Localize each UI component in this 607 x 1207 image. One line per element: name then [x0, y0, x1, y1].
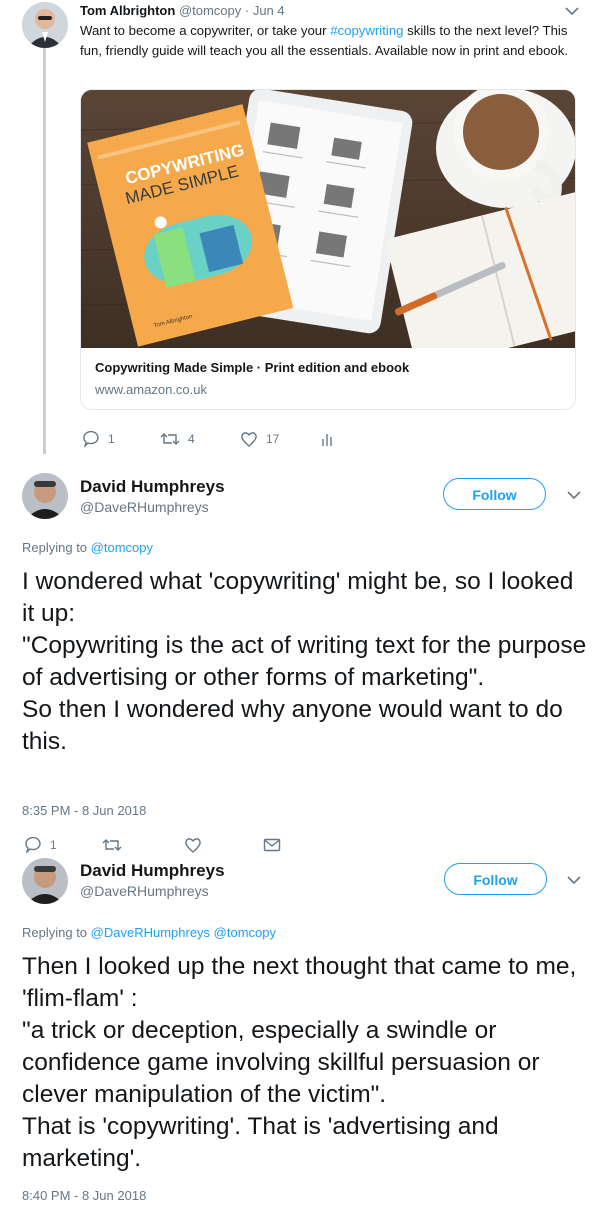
card-url[interactable]: www.amazon.co.uk	[95, 382, 207, 397]
retweet-button[interactable]	[102, 837, 122, 853]
reply-icon	[25, 837, 41, 853]
author-name[interactable]: Tom Albrighton	[80, 3, 175, 18]
chevron-down-icon[interactable]	[567, 876, 581, 885]
tweet-text-part: Want to become a copywriter, or take you…	[80, 23, 331, 38]
avatar-image	[22, 858, 68, 904]
like-button[interactable]	[184, 837, 202, 853]
replying-to-link[interactable]: @DaveRHumphreys @tomcopy	[91, 925, 276, 940]
tweet-text: I wondered what 'copywriting' might be, …	[22, 568, 587, 755]
reply-button[interactable]: 1	[24, 837, 57, 853]
book-photo: COPYWRITING MADE SIMPLE Tom Albrighton	[81, 90, 575, 348]
envelope-icon	[263, 838, 281, 852]
follow-button[interactable]: Follow	[444, 863, 547, 895]
tweet-date[interactable]: · Jun 4	[245, 3, 285, 18]
avatar[interactable]	[22, 858, 68, 904]
retweet-icon	[160, 433, 180, 445]
author-name[interactable]: David Humphreys	[80, 477, 225, 497]
chevron-down-icon[interactable]	[567, 491, 581, 500]
tweet-text: Then I looked up the next thought that c…	[22, 953, 577, 1172]
replying-prefix: Replying to	[22, 925, 91, 940]
card-image: COPYWRITING MADE SIMPLE Tom Albrighton	[81, 90, 575, 348]
avatar-image	[22, 473, 68, 519]
follow-button[interactable]: Follow	[443, 478, 546, 510]
author-handle[interactable]: @DaveRHumphreys	[80, 883, 209, 899]
retweet-button[interactable]: 4	[160, 431, 195, 447]
thread-line	[43, 48, 46, 454]
heart-icon	[241, 432, 257, 447]
timestamp[interactable]: 8:40 PM - 8 Jun 2018	[22, 1188, 146, 1203]
avatar-image	[22, 2, 68, 48]
retweet-icon	[102, 839, 122, 851]
chevron-down-icon[interactable]	[565, 7, 579, 16]
heart-icon	[185, 838, 201, 853]
analytics-icon	[322, 434, 332, 446]
replying-to-link[interactable]: @tomcopy	[91, 540, 153, 555]
retweet-count: 4	[188, 432, 195, 446]
reply-count: 1	[50, 838, 57, 852]
replying-to: Replying to @DaveRHumphreys @tomcopy	[22, 925, 276, 940]
reply-count: 1	[108, 432, 115, 446]
like-count: 17	[266, 432, 280, 446]
reply-icon	[83, 431, 99, 447]
like-button[interactable]: 17	[240, 431, 279, 447]
avatar[interactable]	[22, 2, 68, 48]
avatar[interactable]	[22, 473, 68, 519]
author-handle[interactable]: @tomcopy	[179, 3, 241, 18]
replying-to: Replying to @tomcopy	[22, 540, 153, 555]
tweet-text: Want to become a copywriter, or take you…	[80, 21, 580, 61]
reply-button[interactable]: 1	[82, 431, 115, 447]
hashtag-link[interactable]: #copywriting	[330, 23, 403, 38]
card-title[interactable]: Copywriting Made Simple · Print edition …	[95, 360, 409, 375]
message-button[interactable]	[263, 837, 281, 853]
tweet-header: Tom Albrighton @tomcopy · Jun 4	[80, 3, 285, 18]
timestamp[interactable]: 8:35 PM - 8 Jun 2018	[22, 803, 146, 818]
link-card[interactable]: COPYWRITING MADE SIMPLE Tom Albrighton C…	[80, 89, 576, 410]
author-handle[interactable]: @DaveRHumphreys	[80, 499, 209, 515]
analytics-button[interactable]	[320, 431, 334, 447]
replying-prefix: Replying to	[22, 540, 91, 555]
author-name[interactable]: David Humphreys	[80, 861, 225, 881]
